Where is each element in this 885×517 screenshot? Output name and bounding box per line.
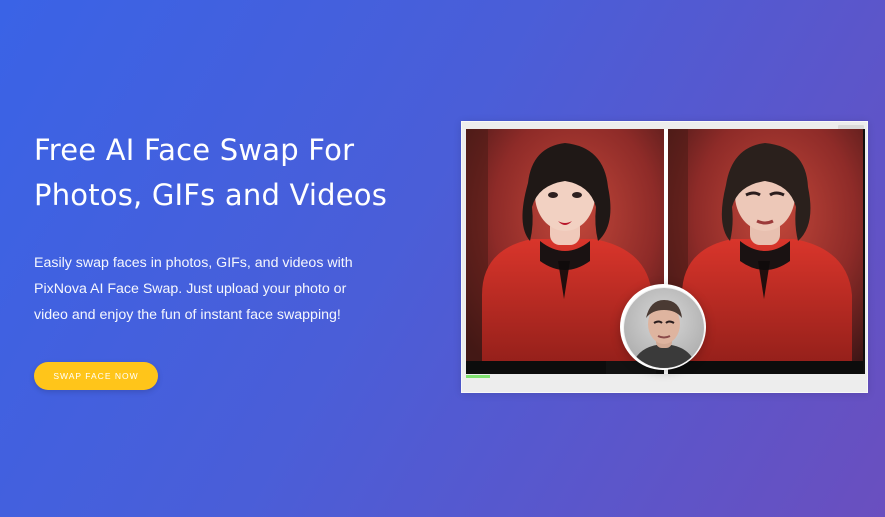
hero-section: Free AI Face Swap For Photos, GIFs and V…	[0, 0, 885, 517]
hero-description: Easily swap faces in photos, GIFs, and v…	[34, 255, 353, 323]
male-face-icon	[624, 288, 704, 368]
swap-face-now-button[interactable]: SWAP FACE NOW	[34, 362, 158, 390]
male-face-thumbnail	[623, 287, 705, 369]
source-face-thumbnail	[620, 284, 706, 370]
headline-line-1: Free AI Face Swap For	[34, 133, 355, 167]
hero-copy: Free AI Face Swap For Photos, GIFs and V…	[34, 128, 404, 390]
headline-line-2: Photos, GIFs and Videos	[34, 178, 388, 212]
upload-progress-indicator	[466, 375, 490, 378]
page-title: Free AI Face Swap For Photos, GIFs and V…	[34, 128, 404, 218]
